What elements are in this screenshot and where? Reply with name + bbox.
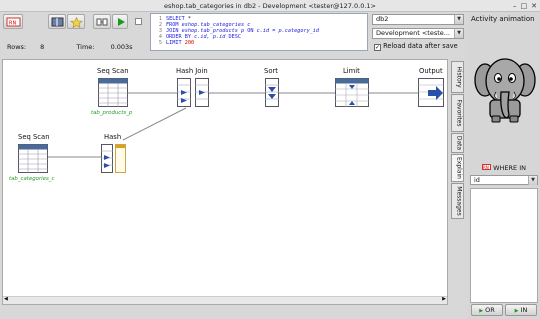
sql-token: c.id, p.id bbox=[194, 34, 229, 41]
sql-token: LIMIT bbox=[166, 40, 185, 47]
where-in-icon: RN bbox=[482, 164, 492, 170]
rows-value: 8 bbox=[40, 43, 45, 51]
explain-plan-canvas[interactable]: Seq Scan tab_products_p Hash Join Sort L… bbox=[2, 59, 448, 305]
connection-select-value: Development <teste... bbox=[376, 29, 450, 37]
database-select[interactable]: db2 ▼ bbox=[372, 14, 464, 25]
plan-edges bbox=[48, 92, 418, 158]
sql-token: c.id = p.category_id bbox=[256, 28, 320, 35]
explain-icon bbox=[96, 18, 108, 26]
hash-join-node[interactable] bbox=[177, 78, 209, 107]
sql-token: eshop.tab_categories c bbox=[181, 22, 251, 29]
seq-scan-categories-label: tab_categories_c bbox=[9, 176, 55, 182]
result-stats: Rows: 8 Time: 0.003s bbox=[7, 43, 133, 51]
scroll-left-icon[interactable]: ◀ bbox=[4, 296, 8, 302]
stop-button[interactable]: RN bbox=[3, 14, 23, 29]
play-icon: ▶ bbox=[479, 308, 484, 314]
limit-node[interactable] bbox=[335, 78, 369, 107]
reload-checkbox[interactable]: ✓ bbox=[374, 44, 381, 51]
time-value: 0.003s bbox=[110, 43, 133, 51]
time-label: Time: bbox=[76, 43, 95, 51]
tab-explain[interactable]: Explain bbox=[451, 154, 464, 182]
hash-title: Hash bbox=[104, 133, 122, 141]
sort-title: Sort bbox=[264, 67, 278, 75]
sql-editor[interactable]: 1 SELECT * 2 FROM eshop.tab_categories c 3 JO… bbox=[150, 13, 368, 51]
tab-messages[interactable]: Messages bbox=[451, 183, 464, 219]
close-button[interactable]: ✕ bbox=[531, 1, 537, 11]
svg-text:RN: RN bbox=[9, 21, 16, 27]
activity-animation-title: Activity animation bbox=[471, 15, 535, 23]
database-select-value: db2 bbox=[376, 15, 389, 23]
column-select-value: id bbox=[474, 176, 480, 184]
right-panel: Activity animation RN WHERE IN id ▼ ▶ OR bbox=[468, 12, 540, 319]
play-icon bbox=[118, 18, 125, 26]
star-icon bbox=[70, 17, 83, 28]
reload-option[interactable]: ✓ Reload data after save bbox=[374, 42, 470, 52]
horizontal-scrollbar[interactable]: ◀ ▶ bbox=[3, 296, 447, 304]
window-title: eshop.tab_categories in db2 - Developmen… bbox=[164, 2, 376, 10]
line-number: 5 bbox=[158, 40, 162, 47]
maximize-button[interactable]: □ bbox=[521, 1, 528, 11]
output-title: Output bbox=[419, 67, 443, 75]
rows-label: Rows: bbox=[7, 43, 27, 51]
scroll-right-icon[interactable]: ▶ bbox=[442, 296, 446, 302]
sort-node[interactable] bbox=[265, 78, 279, 107]
minimize-button[interactable]: – bbox=[513, 1, 517, 11]
toggle-checkbox[interactable] bbox=[135, 18, 142, 25]
svg-text:RN: RN bbox=[483, 165, 489, 170]
or-button[interactable]: ▶ OR bbox=[471, 304, 503, 316]
table-icon bbox=[51, 17, 64, 27]
tab-history[interactable]: History bbox=[451, 61, 464, 93]
seq-scan-products-node[interactable] bbox=[98, 78, 128, 107]
reload-label: Reload data after save bbox=[383, 42, 458, 50]
seq-scan-products-title: Seq Scan bbox=[97, 67, 129, 75]
seq-scan-products-label: tab_products_p bbox=[91, 110, 133, 116]
window-controls: – □ ✕ bbox=[513, 1, 537, 11]
sql-line: 5 LIMIT 200 bbox=[154, 40, 367, 46]
in-button[interactable]: ▶ IN bbox=[505, 304, 537, 316]
sql-token: JOIN bbox=[166, 28, 182, 35]
column-select[interactable]: id ▼ bbox=[470, 175, 538, 185]
table-view-button[interactable] bbox=[48, 14, 66, 29]
chevron-down-icon: ▼ bbox=[454, 15, 463, 24]
play-icon: ▶ bbox=[514, 308, 519, 314]
sql-token: ORDER BY bbox=[166, 34, 195, 41]
chevron-down-icon: ▼ bbox=[454, 29, 463, 38]
stop-icon: RN bbox=[6, 17, 21, 27]
sql-token: * bbox=[187, 16, 191, 22]
sql-token: FROM bbox=[166, 22, 182, 29]
favorite-button[interactable] bbox=[67, 14, 85, 29]
hash-join-title: Hash Join bbox=[176, 67, 208, 75]
limit-title: Limit bbox=[343, 67, 360, 75]
connection-select[interactable]: Development <teste... ▼ bbox=[372, 28, 464, 39]
seq-scan-categories-title: Seq Scan bbox=[18, 133, 50, 141]
explain-button[interactable] bbox=[93, 14, 111, 29]
sql-token: ON bbox=[247, 28, 257, 35]
hash-node[interactable] bbox=[101, 144, 127, 173]
title-bar: eshop.tab_categories in db2 - Developmen… bbox=[0, 0, 540, 12]
application-window: eshop.tab_categories in db2 - Developmen… bbox=[0, 0, 540, 319]
run-button[interactable] bbox=[112, 14, 128, 29]
seq-scan-categories-node[interactable] bbox=[18, 144, 48, 173]
sql-token: SELECT bbox=[166, 16, 188, 22]
elephant-mascot-icon bbox=[474, 58, 536, 123]
where-in-label: RN WHERE IN bbox=[482, 164, 526, 172]
sql-token: 200 bbox=[184, 40, 195, 47]
output-node[interactable] bbox=[418, 78, 444, 107]
sql-token: eshop.tab_products p bbox=[181, 28, 248, 35]
chevron-down-icon: ▼ bbox=[528, 176, 537, 185]
where-in-values-list[interactable] bbox=[470, 188, 538, 303]
sql-token: DESC bbox=[228, 34, 241, 41]
